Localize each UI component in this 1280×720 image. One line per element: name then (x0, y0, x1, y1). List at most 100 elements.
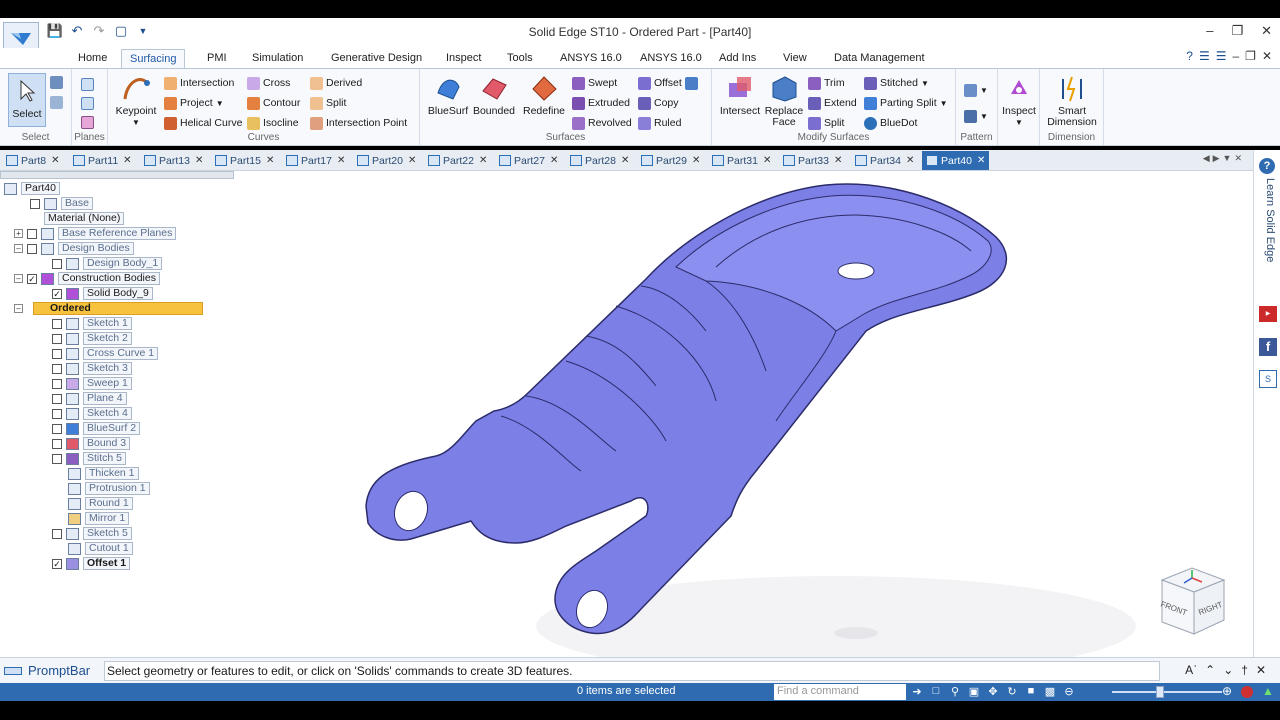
close-tab-icon[interactable]: ✕ (408, 155, 416, 166)
tab-simulation[interactable]: Simulation (244, 49, 311, 68)
tab-surfacing[interactable]: Surfacing (121, 49, 186, 68)
trim-button[interactable]: Trim (808, 74, 845, 92)
ribbon-restore-icon[interactable]: ❐ (1245, 49, 1256, 63)
checkbox[interactable]: ✓ (27, 273, 37, 284)
tab-add-ins[interactable]: Add Ins (711, 49, 764, 68)
keypoint-button[interactable]: Keypoint ▼ (114, 73, 158, 128)
select-window-icon[interactable] (50, 93, 63, 111)
record-icon[interactable] (1241, 686, 1253, 698)
fit-icon[interactable]: ▣ (967, 684, 981, 698)
tab-view[interactable]: View (775, 49, 815, 68)
doc-tab-part31[interactable]: Part31 ✕ (712, 151, 771, 170)
checkbox[interactable] (52, 408, 62, 419)
contour-button[interactable]: Contour (247, 94, 300, 112)
collapse-icon[interactable]: – (14, 274, 23, 283)
tree-item-sketch-4[interactable]: Sketch 4 (52, 407, 132, 420)
view-cube[interactable]: FRONT RIGHT (1156, 564, 1228, 636)
doc-tab-part40[interactable]: Part40 ✕ (922, 151, 990, 170)
tree-item-sketch-5[interactable]: Sketch 5 (52, 527, 132, 540)
extend-button[interactable]: Extend (808, 94, 857, 112)
angled-plane-icon[interactable] (81, 94, 94, 112)
zoom-out-icon[interactable]: ⊖ (1062, 684, 1076, 698)
tree-item-bluesurf-2[interactable]: BlueSurf 2 (52, 422, 141, 435)
find-command-input[interactable]: Find a command (774, 684, 906, 700)
graphics-window[interactable]: FRONT RIGHT (236, 171, 1253, 657)
tree-item-thicken-1[interactable]: Thicken 1 (68, 467, 139, 480)
stitched-button[interactable]: Stitched ▼ (864, 74, 929, 92)
checkbox[interactable] (52, 378, 62, 389)
pattern-icon[interactable]: ▼ (964, 81, 988, 99)
copy-button[interactable]: Copy (638, 94, 679, 112)
tree-item-design-bodies[interactable]: – Design Bodies (14, 242, 134, 255)
tree-item-sweep-1[interactable]: Sweep 1 (52, 377, 132, 390)
collapse-icon[interactable]: – (14, 304, 23, 313)
swept-button[interactable]: Swept (572, 74, 617, 92)
select-filter-icon[interactable] (50, 73, 63, 91)
youtube-icon[interactable]: ▶ (1259, 306, 1277, 322)
doc-tab-part11[interactable]: Part11 ✕ (73, 151, 132, 170)
select-button[interactable]: Select (8, 73, 46, 127)
tree-item-round-1[interactable]: Round 1 (68, 497, 133, 510)
close-tab-icon[interactable]: ✕ (479, 155, 487, 166)
close-tab-icon[interactable]: ✕ (977, 155, 985, 166)
community-icon[interactable]: S (1259, 370, 1277, 388)
helical-curve-button[interactable]: Helical Curve (164, 114, 242, 132)
intersection-point-button[interactable]: Intersection Point (310, 114, 407, 132)
restore-icon[interactable]: ❐ (1231, 23, 1243, 39)
doc-tab-part17[interactable]: Part17 ✕ (286, 151, 345, 170)
tree-root[interactable]: Part40 (4, 182, 60, 195)
tree-item-mirror-1[interactable]: Mirror 1 (68, 512, 130, 525)
redefine-button[interactable]: Redefine (520, 73, 568, 117)
doc-tab-part28[interactable]: Part28 ✕ (570, 151, 629, 170)
tree-item-sketch-1[interactable]: Sketch 1 (52, 317, 132, 330)
tree-item-plane-4[interactable]: Plane 4 (52, 392, 127, 405)
collapse-up-icon[interactable]: ⌃ (1205, 663, 1215, 677)
isocline-button[interactable]: Isocline (247, 114, 299, 132)
view-style-icon[interactable]: ▩ (1043, 684, 1057, 698)
checkbox[interactable] (52, 333, 62, 344)
doc-tab-part22[interactable]: Part22 ✕ (428, 151, 487, 170)
tab-ansys-1[interactable]: ANSYS 16.0 (552, 49, 630, 68)
checkbox[interactable] (27, 243, 37, 254)
doc-tab-part13[interactable]: Part13 ✕ (144, 151, 203, 170)
tree-item-bound-3[interactable]: Bound 3 (52, 437, 131, 450)
close-tab-icon[interactable]: ✕ (906, 155, 914, 166)
close-tab-icon[interactable]: ✕ (123, 155, 131, 166)
zoom-icon[interactable]: ⚲ (948, 684, 962, 698)
cross-button[interactable]: Cross (247, 74, 290, 92)
tree-item-stitch-5[interactable]: Stitch 5 (52, 452, 127, 465)
learn-help-icon[interactable]: ? (1259, 158, 1275, 174)
pin-icon[interactable]: † (1241, 663, 1248, 677)
tree-item-solid-body-9[interactable]: ✓ Solid Body_9 (52, 287, 153, 300)
mirror-pattern-icon[interactable]: ▼ (964, 107, 988, 125)
minimize-icon[interactable]: – (1206, 23, 1213, 39)
revolved-button[interactable]: Revolved (572, 114, 632, 132)
close-tab-icon[interactable]: ✕ (834, 155, 842, 166)
expand-icon[interactable]: + (14, 229, 23, 238)
replace-face-button[interactable]: Replace Face (764, 73, 804, 128)
tree-item-protrusion-1[interactable]: Protrusion 1 (68, 482, 150, 495)
tab-tools[interactable]: Tools (499, 49, 541, 68)
promptbar-close-icon[interactable]: ✕ (1256, 663, 1266, 677)
inspect-button[interactable]: Inspect ▼ (1000, 73, 1038, 128)
rotate-icon[interactable]: ↻ (1005, 684, 1019, 698)
tree-item-sketch-2[interactable]: Sketch 2 (52, 332, 132, 345)
zoom-in-icon[interactable]: ⊕ (1222, 684, 1232, 698)
close-tab-icon[interactable]: ✕ (266, 155, 274, 166)
doc-tab-part27[interactable]: Part27 ✕ (499, 151, 558, 170)
font-size-icon[interactable]: Aˈ (1185, 663, 1197, 677)
offset-button[interactable]: Offset (638, 74, 698, 92)
tree-item-base[interactable]: Base (30, 197, 93, 210)
checkbox[interactable] (52, 528, 62, 539)
bluesurf-button[interactable]: BlueSurf (426, 73, 470, 117)
tab-pmi[interactable]: PMI (199, 49, 235, 68)
tree-item-base-reference-planes[interactable]: + Base Reference Planes (14, 227, 177, 240)
doc-tab-part34[interactable]: Part34 ✕ (855, 151, 914, 170)
arrow-right-icon[interactable]: ➜ (910, 684, 924, 698)
checkbox[interactable] (52, 348, 62, 359)
upload-icon[interactable]: ▲ (1262, 684, 1274, 698)
parting-split-button[interactable]: Parting Split ▼ (864, 94, 948, 112)
intersect-button[interactable]: Intersect (718, 73, 762, 117)
tab-scroll-controls[interactable]: ◀▶▼✕ (1203, 153, 1245, 164)
tree-item-cross-curve-1[interactable]: Cross Curve 1 (52, 347, 159, 360)
